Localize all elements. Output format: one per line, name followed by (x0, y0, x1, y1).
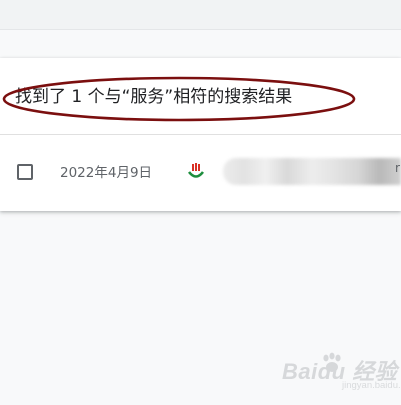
top-strip (0, 0, 401, 30)
email-row[interactable]: 2022年4月9日 r (0, 135, 401, 211)
search-results-count-text: 找到了 1 个与“服务”相符的搜索结果 (15, 87, 293, 107)
baidu-jingyan-watermark: Baidu 经验 jingyan.baidu.com (282, 350, 401, 394)
row-cut-char: r (395, 161, 400, 175)
row-checkbox[interactable] (17, 164, 33, 180)
app-logo-icon (187, 163, 205, 178)
search-results-card: 找到了 1 个与“服务”相符的搜索结果 2022年4月9日 r (0, 58, 401, 211)
search-results-summary: 找到了 1 个与“服务”相符的搜索结果 (0, 58, 401, 135)
row-date: 2022年4月9日 (60, 165, 153, 181)
blurred-sender-subject (223, 158, 401, 185)
watermark-url: jingyan.baidu.com (342, 380, 401, 391)
paw-icon (323, 352, 341, 372)
